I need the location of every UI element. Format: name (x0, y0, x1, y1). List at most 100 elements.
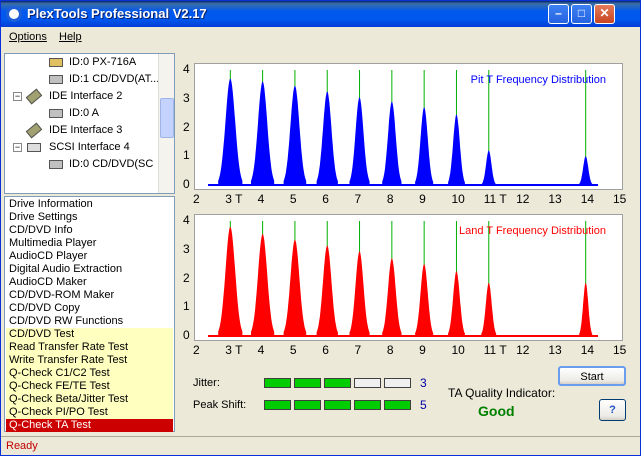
meter-segment (294, 400, 321, 410)
y-tick-label: 1 (183, 148, 190, 163)
x-tick-label: 6 (322, 192, 329, 206)
distribution-peak (579, 156, 593, 185)
function-item[interactable]: Multimedia Player (6, 237, 173, 250)
function-item[interactable]: CD/DVD Copy (6, 302, 173, 315)
menu-help[interactable]: Help (59, 31, 82, 43)
minimize-button[interactable]: – (548, 4, 569, 24)
x-tick-label: 3 T (225, 192, 243, 206)
x-tick-label: 7 (354, 192, 362, 206)
y-tick-label: 1 (183, 299, 190, 314)
distribution-peak (283, 239, 307, 336)
main-window: PlexTools Professional V2.17 – □ ✕ Optio… (0, 0, 641, 456)
chart-title: Land T Frequency Distribution (459, 225, 606, 237)
function-item[interactable]: Q-Check FE/TE Test (6, 380, 173, 393)
function-item[interactable]: Q-Check Beta/Jitter Test (6, 393, 173, 406)
function-item[interactable]: Drive Information (6, 198, 173, 211)
function-item[interactable]: CD/DVD RW Functions (6, 315, 173, 328)
function-item[interactable]: Q-Check PI/PO Test (6, 406, 173, 419)
x-tick-label: 14 (580, 192, 595, 206)
meter-segment (354, 400, 381, 410)
meter-segment (354, 378, 381, 388)
distribution-peak (316, 91, 338, 185)
function-item[interactable]: Read Transfer Rate Test (6, 341, 173, 354)
distribution-peak (382, 101, 402, 185)
tree-scrollbar[interactable] (158, 54, 174, 193)
x-tick-label: 2 (193, 343, 200, 357)
scrollbar-thumb[interactable] (160, 98, 174, 138)
distribution-peak (251, 81, 275, 185)
expand-icon[interactable]: − (13, 92, 22, 101)
x-tick-label: 2 (193, 192, 200, 206)
function-item[interactable]: Write Transfer Rate Test (6, 354, 173, 367)
distribution-peak (316, 245, 338, 336)
x-tick-label: 11 T (483, 343, 507, 357)
function-item[interactable]: AudioCD Maker (6, 276, 173, 289)
distribution-peak (218, 226, 243, 336)
function-item[interactable]: CD/DVD Test (6, 328, 173, 341)
land-chart: Land T Frequency Distribution (194, 214, 623, 341)
function-item[interactable]: CD/DVD-ROM Maker (6, 289, 173, 302)
function-item[interactable]: Q-Check TA Test (6, 419, 173, 432)
distribution-peak (579, 282, 593, 336)
expand-icon[interactable]: − (13, 143, 22, 152)
jitter-value: 3 (420, 376, 427, 390)
distribution-peak (349, 251, 370, 336)
ide-icon (25, 122, 43, 139)
meter-segment (264, 400, 291, 410)
function-item[interactable]: Digital Audio Extraction (6, 263, 173, 276)
start-button[interactable]: Start (558, 366, 626, 386)
x-tick-label: 5 (289, 343, 297, 357)
function-item[interactable]: AudioCD Player (6, 250, 173, 263)
meter-segment (384, 378, 411, 388)
status-text: Ready (6, 440, 38, 452)
x-tick-label: 13 (548, 192, 562, 206)
function-item[interactable]: CD/DVD Info (6, 224, 173, 237)
function-item[interactable]: Q-Check C1/C2 Test (6, 367, 173, 380)
main-panel: Pit T Frequency Distribution Land T Freq… (178, 53, 640, 435)
y-tick-label: 0 (183, 328, 190, 342)
distribution-peak (482, 150, 496, 185)
distribution-peak (415, 264, 434, 336)
peak-shift-value: 5 (420, 398, 427, 412)
maximize-button[interactable]: □ (571, 4, 592, 24)
y-tick-label: 3 (183, 241, 190, 256)
meter-segment (324, 400, 351, 410)
y-tick-label: 0 (183, 177, 190, 191)
status-bar: Ready (1, 436, 640, 455)
function-item[interactable]: Drive Settings (6, 211, 173, 224)
x-tick-label: 11 T (483, 192, 507, 206)
ta-quality-value: Good (478, 403, 515, 419)
x-tick-label: 3 T (225, 343, 243, 357)
x-tick-label: 10 (451, 192, 465, 206)
window-title: PlexTools Professional V2.17 (27, 6, 207, 21)
title-bar[interactable]: PlexTools Professional V2.17 – □ ✕ (1, 1, 640, 27)
close-button[interactable]: ✕ (594, 4, 615, 24)
x-tick-label: 12 (516, 343, 530, 357)
ta-quality-label: TA Quality Indicator: (448, 386, 556, 400)
device-tree[interactable]: ID:0 PX-716A ID:1 CD/DVD(AT... − IDE Int… (4, 53, 175, 194)
menu-options[interactable]: Options (9, 31, 47, 43)
peak-shift-label: Peak Shift: (193, 399, 247, 411)
distribution-peak (283, 85, 307, 185)
x-tick-label: 14 (580, 343, 595, 357)
distribution-peak (448, 114, 465, 185)
meter-segment (264, 378, 291, 388)
x-tick-label: 4 (257, 192, 265, 206)
y-tick-label: 4 (183, 62, 190, 76)
menu-bar: Options Help (1, 28, 640, 46)
x-tick-label: 15 (613, 192, 627, 206)
drive-icon (49, 160, 63, 169)
drive-icon (49, 75, 63, 84)
x-tick-label: 13 (548, 343, 562, 357)
function-list[interactable]: Drive Information Drive Settings CD/DVD In… (4, 196, 175, 432)
meter-segment (294, 378, 321, 388)
distribution-peak (349, 97, 370, 185)
x-tick-label: 9 (419, 343, 426, 357)
help-button[interactable]: ? (599, 399, 626, 421)
chart-title: Pit T Frequency Distribution (470, 74, 606, 86)
distribution-peak (415, 107, 434, 185)
pit-chart: Pit T Frequency Distribution (194, 63, 623, 190)
distribution-peak (251, 233, 275, 336)
x-tick-label: 8 (386, 343, 394, 357)
distribution-peak (218, 78, 243, 185)
